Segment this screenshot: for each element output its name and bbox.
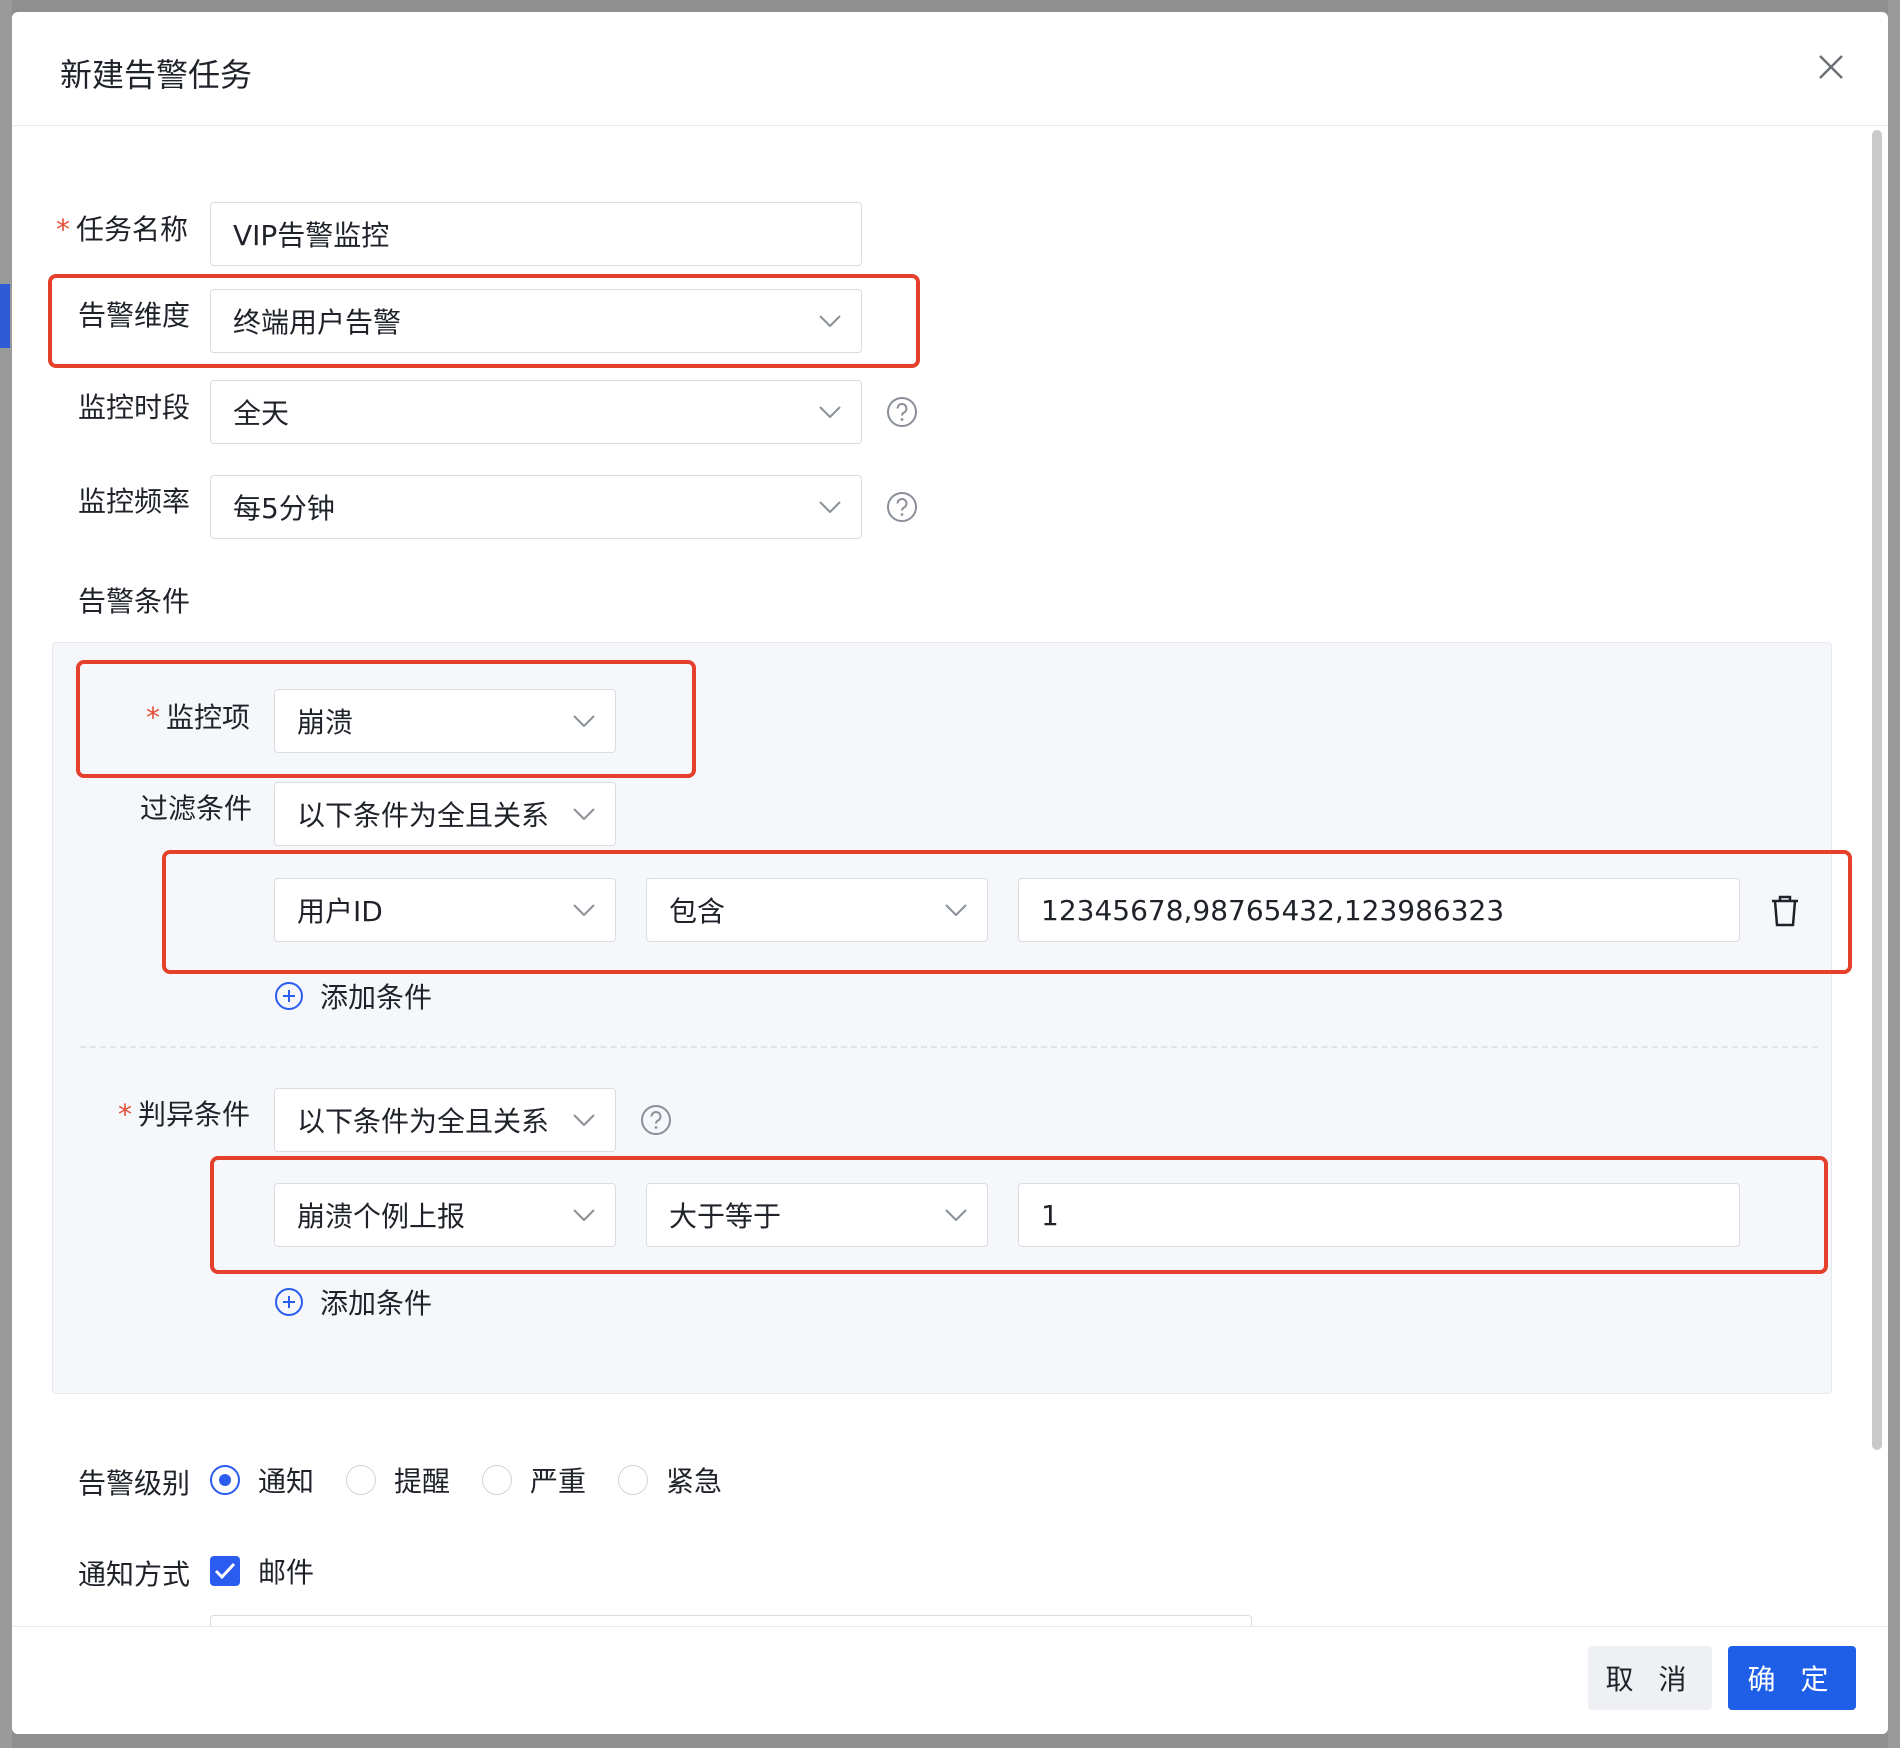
level-radio-urgent[interactable]: 紧急 (618, 1460, 722, 1500)
help-icon[interactable] (886, 491, 918, 523)
chevron-down-icon (819, 315, 841, 327)
help-icon[interactable] (886, 396, 918, 428)
monitor-frequency-select[interactable]: 每5分钟 (210, 475, 862, 539)
scrollbar-thumb[interactable] (1872, 130, 1882, 1450)
judge-operator-select[interactable]: 大于等于 (646, 1183, 988, 1247)
background-accent (0, 284, 10, 348)
level-radio-notice[interactable]: 通知 (210, 1460, 314, 1500)
chevron-down-icon (573, 1209, 595, 1221)
judge-condition-label: * 判异条件 (118, 1098, 251, 1131)
chevron-down-icon (945, 1209, 967, 1221)
dialog-title: 新建告警任务 (60, 56, 253, 94)
plus-circle-icon (275, 982, 303, 1010)
new-alert-task-dialog: 新建告警任务 * 任务名称 VIP告警监控 告警维度 终端用户告警 监控时段 全天… (12, 12, 1888, 1734)
chevron-down-icon (819, 406, 841, 418)
filter-field-select[interactable]: 用户ID (274, 878, 616, 942)
monitor-item-label: * 监控项 (146, 701, 251, 734)
chevron-down-icon (819, 501, 841, 513)
alert-level-label: 告警级别 (78, 1467, 191, 1500)
monitor-frequency-label: 监控频率 (78, 485, 191, 518)
delete-trash-icon[interactable] (1769, 894, 1801, 928)
task-name-input[interactable]: VIP告警监控 (210, 202, 862, 266)
task-name-label: * 任务名称 (56, 213, 189, 246)
level-radio-severe[interactable]: 严重 (482, 1460, 586, 1500)
chevron-down-icon (573, 808, 595, 820)
judge-value-input[interactable]: 1 (1018, 1183, 1740, 1247)
notify-method-label: 通知方式 (78, 1558, 191, 1591)
level-radio-reminder[interactable]: 提醒 (346, 1460, 450, 1500)
email-checkbox[interactable]: 邮件 (210, 1551, 314, 1591)
dialog-header: 新建告警任务 (12, 12, 1888, 126)
add-filter-condition-button[interactable]: 添加条件 (274, 976, 432, 1016)
add-judge-condition-button[interactable]: 添加条件 (274, 1282, 432, 1322)
chevron-down-icon (945, 904, 967, 916)
chevron-down-icon (573, 1114, 595, 1126)
confirm-button[interactable]: 确 定 (1728, 1646, 1856, 1710)
filter-operator-select[interactable]: 包含 (646, 878, 988, 942)
background-page-right (1888, 0, 1900, 1748)
section-divider (80, 1046, 1818, 1048)
help-icon[interactable] (640, 1104, 672, 1136)
alert-dimension-label: 告警维度 (78, 299, 191, 332)
judge-relation-select[interactable]: 以下条件为全且关系 (274, 1088, 616, 1152)
plus-circle-icon (275, 1288, 303, 1316)
close-icon[interactable] (1816, 52, 1846, 82)
monitor-period-select[interactable]: 全天 (210, 380, 862, 444)
alert-conditions-label: 告警条件 (78, 585, 191, 618)
check-icon (214, 1562, 236, 1580)
chevron-down-icon (573, 904, 595, 916)
cancel-button[interactable]: 取 消 (1588, 1646, 1712, 1710)
filter-value-input[interactable]: 12345678,98765432,123986323 (1018, 878, 1740, 942)
background-page-left (0, 0, 12, 1748)
filter-condition-label: 过滤条件 (140, 792, 253, 825)
monitor-item-select[interactable]: 崩溃 (274, 689, 616, 753)
filter-relation-select[interactable]: 以下条件为全且关系 (274, 782, 616, 846)
monitor-period-label: 监控时段 (78, 391, 191, 424)
judge-field-select[interactable]: 崩溃个例上报 (274, 1183, 616, 1247)
alert-dimension-select[interactable]: 终端用户告警 (210, 289, 862, 353)
chevron-down-icon (573, 715, 595, 727)
